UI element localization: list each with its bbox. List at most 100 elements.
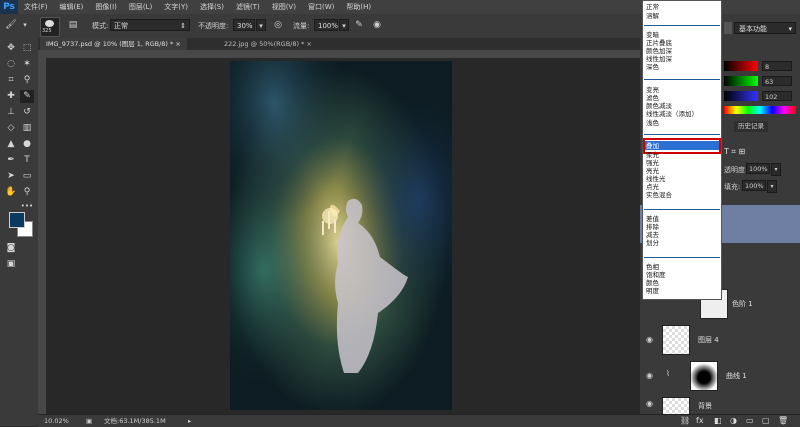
blend-option[interactable]: 变亮 [646, 86, 659, 94]
layers-fill-input[interactable]: 100% [742, 180, 766, 191]
fx-icon[interactable]: fx [696, 415, 704, 427]
mode-select[interactable]: 正常 ⇕ [110, 19, 190, 31]
blend-option[interactable]: 线性减淡（添加） [646, 110, 698, 118]
brush-preset-picker[interactable]: 325 [40, 17, 60, 37]
eyedropper-icon[interactable]: ⚲ [20, 74, 34, 87]
blend-option[interactable]: 深色 [646, 63, 659, 71]
pressure-size-icon[interactable]: ◉ [370, 19, 384, 32]
tab-img-9737[interactable]: IMG_9737.psd @ 10% (图层 1, RGB/8) * × [40, 38, 187, 50]
menu-view[interactable]: 视图(V) [266, 2, 302, 12]
move-tool-icon[interactable]: ✥ [4, 42, 18, 55]
eye-icon[interactable]: ◉ [646, 371, 653, 380]
blend-option[interactable]: 线性加深 [646, 55, 672, 63]
blend-option[interactable]: 点光 [646, 183, 659, 191]
blur-tool-icon[interactable]: ▲ [4, 138, 18, 151]
chevron-right-icon[interactable]: ▸ [188, 415, 191, 427]
layer-filter-icons[interactable]: T ⌗ ⊞ [724, 147, 745, 157]
blend-option[interactable]: 变暗 [646, 31, 659, 39]
flow-dropdown-button[interactable]: ▾ [339, 19, 349, 31]
blend-option[interactable]: 明度 [646, 287, 659, 295]
menu-image[interactable]: 图像(I) [89, 2, 123, 12]
airbrush-icon[interactable]: ✎ [352, 19, 366, 32]
mask-icon[interactable]: ◧ [714, 415, 722, 427]
blend-option[interactable]: 色相 [646, 263, 659, 271]
lasso-tool-icon[interactable]: ◌ [4, 58, 18, 71]
red-value[interactable]: 8 [762, 61, 792, 71]
layer-row[interactable]: ◉ 图层 4 [640, 321, 800, 358]
eye-icon[interactable]: ◉ [646, 335, 653, 344]
blend-option[interactable]: 滤色 [646, 94, 659, 102]
layer-row[interactable]: ◉ 背景 [640, 393, 800, 415]
blend-option[interactable]: 颜色加深 [646, 47, 672, 55]
menu-file[interactable]: 文件(F) [18, 2, 54, 12]
menu-edit[interactable]: 编辑(E) [54, 2, 90, 12]
brush-tool-icon[interactable]: ✎ [20, 90, 34, 103]
menu-type[interactable]: 文字(Y) [158, 2, 194, 12]
blend-option[interactable]: 溶解 [646, 12, 659, 20]
shape-tool-icon[interactable]: ▭ [20, 170, 34, 183]
blue-value[interactable]: 102 [762, 91, 792, 101]
blend-option[interactable]: 强光 [646, 159, 659, 167]
blue-slider[interactable] [724, 91, 758, 101]
blend-mode-dropdown[interactable]: 正常 溶解 变暗 正片叠底 颜色加深 线性加深 深色 变亮 滤色 颜色减淡 线性… [642, 0, 722, 300]
screen-mode-icon[interactable]: ▣ [4, 258, 18, 271]
crop-tool-icon[interactable]: ⌗ [4, 74, 18, 87]
blend-option[interactable]: 划分 [646, 239, 659, 247]
folder-icon[interactable]: ▭ [746, 415, 754, 427]
chevron-down-icon[interactable]: ▾ [18, 19, 32, 32]
blend-option[interactable]: 排除 [646, 223, 659, 231]
menu-filter[interactable]: 滤镜(T) [230, 2, 266, 12]
blend-option[interactable]: 浅色 [646, 119, 659, 127]
menu-layer[interactable]: 图层(L) [123, 2, 158, 12]
color-spectrum[interactable] [724, 106, 796, 114]
healing-brush-icon[interactable]: ✚ [4, 90, 18, 103]
tab-222-jpg[interactable]: 222.jpg @ 50%(RGB/8) * × [218, 38, 318, 50]
brush-panel-icon[interactable]: ▤ [66, 19, 80, 32]
workspace-switcher[interactable]: 基本功能 ▾ [734, 22, 796, 34]
blend-option[interactable]: 减去 [646, 231, 659, 239]
dodge-tool-icon[interactable]: ● [20, 138, 34, 151]
path-select-icon[interactable]: ➤ [4, 170, 18, 183]
pressure-opacity-icon[interactable]: ◎ [271, 19, 285, 32]
chevron-down-icon[interactable]: ▾ [767, 180, 777, 193]
opacity-dropdown-button[interactable]: ▾ [256, 19, 266, 31]
brush-tool-icon[interactable]: 🖌 [4, 19, 18, 32]
blend-option[interactable]: 柔光 [646, 151, 659, 159]
blend-option[interactable]: 正片叠底 [646, 39, 672, 47]
tab-history[interactable]: 历史记录 [734, 121, 768, 132]
adjustment-icon[interactable]: ◑ [730, 415, 737, 427]
green-value[interactable]: 63 [762, 76, 792, 86]
pen-tool-icon[interactable]: ✒ [4, 154, 18, 167]
chevron-down-icon[interactable]: ▾ [771, 163, 781, 176]
blend-option[interactable]: 差值 [646, 215, 659, 223]
magic-wand-icon[interactable]: ✶ [20, 58, 34, 71]
trash-icon[interactable]: 🗑 [778, 415, 788, 427]
green-slider[interactable] [724, 76, 758, 86]
gradient-icon[interactable]: ▥ [20, 122, 34, 135]
eye-icon[interactable]: ◉ [646, 399, 653, 408]
quick-mask-icon[interactable]: ◙ [4, 242, 18, 255]
opacity-input[interactable]: 30% [233, 19, 255, 31]
menu-select[interactable]: 选择(S) [194, 2, 230, 12]
blend-option[interactable]: 实色混合 [646, 191, 672, 199]
blend-option[interactable]: 线性光 [646, 175, 666, 183]
blend-option[interactable]: 正常 [646, 3, 659, 11]
new-layer-icon[interactable]: ▢ [762, 415, 770, 427]
menu-window[interactable]: 窗口(W) [302, 2, 340, 12]
history-brush-icon[interactable]: ↺ [20, 106, 34, 119]
zoom-level[interactable]: 10.02% [44, 415, 69, 427]
layers-opacity-input[interactable]: 100% [746, 163, 770, 174]
type-tool-icon[interactable]: T [20, 154, 34, 167]
link-icon[interactable]: ⛓ [680, 415, 690, 427]
blend-option[interactable]: 颜色 [646, 279, 659, 287]
zoom-tool-icon[interactable]: ⚲ [20, 186, 34, 199]
document-image[interactable] [230, 61, 452, 410]
eraser-icon[interactable]: ◇ [4, 122, 18, 135]
hand-tool-icon[interactable]: ✋ [4, 186, 18, 199]
clone-stamp-icon[interactable]: ⊥ [4, 106, 18, 119]
blend-option[interactable]: 亮光 [646, 167, 659, 175]
panel-collapse-icon[interactable] [724, 22, 732, 34]
menu-help[interactable]: 帮助(H) [340, 2, 377, 12]
blend-option[interactable]: 颜色减淡 [646, 102, 672, 110]
blend-option[interactable]: 饱和度 [646, 271, 666, 279]
